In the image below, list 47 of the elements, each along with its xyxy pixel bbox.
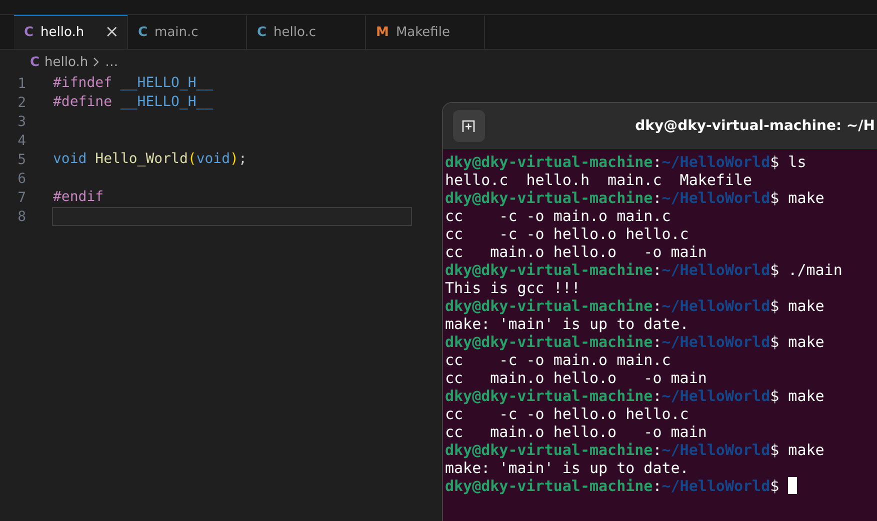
breadcrumb-item[interactable]: … <box>105 54 118 70</box>
code-line: #endif <box>52 188 105 207</box>
line-number: 4 <box>16 132 27 148</box>
code-line: #ifndef __HELLO_H__ <box>52 74 214 93</box>
new-tab-button[interactable] <box>453 110 485 142</box>
terminal-line: cc -c -o main.o main.c <box>445 351 671 369</box>
line-number: 6 <box>16 170 27 186</box>
file-type-icon: C <box>257 25 267 40</box>
code-line: #define __HELLO_H__ <box>52 93 214 112</box>
terminal-line: make: 'main' is up to date. <box>445 459 689 477</box>
terminal-line: dky@dky-virtual-machine:~/HelloWorld$ make <box>445 333 824 351</box>
line-number: 7 <box>16 190 27 206</box>
terminal-line: cc main.o hello.o -o main <box>445 369 707 387</box>
terminal-line: cc -c -o hello.o hello.c <box>445 405 689 423</box>
terminal-line: cc main.o hello.o -o main <box>445 243 707 261</box>
close-icon[interactable]: × <box>104 24 127 41</box>
terminal-line: dky@dky-virtual-machine:~/HelloWorld$ <box>445 477 798 495</box>
line-number: 8 <box>16 208 27 224</box>
editor-tab[interactable]: C hello.h × <box>14 15 128 49</box>
breadcrumb-item[interactable]: hello.h <box>44 54 88 70</box>
terminal-line: cc -c -o hello.o hello.c <box>445 225 689 243</box>
line-number: 2 <box>16 94 27 110</box>
terminal-line: dky@dky-virtual-machine:~/HelloWorld$ make <box>445 441 824 459</box>
file-type-icon: C <box>138 25 148 40</box>
terminal-line: dky@dky-virtual-machine:~/HelloWorld$ ./main <box>445 261 842 279</box>
terminal-line: dky@dky-virtual-machine:~/HelloWorld$ make <box>445 297 824 315</box>
terminal-line: make: 'main' is up to date. <box>445 315 689 333</box>
file-type-icon: M <box>376 25 389 40</box>
terminal-line: hello.c hello.h main.c Makefile <box>445 171 752 189</box>
line-number: 5 <box>16 152 27 168</box>
editor-tab[interactable]: C main.c <box>128 15 247 49</box>
terminal-line: cc main.o hello.o -o main <box>445 423 707 441</box>
terminal-line: dky@dky-virtual-machine:~/HelloWorld$ make <box>445 189 824 207</box>
line-number: 1 <box>16 76 27 92</box>
terminal-line: This is gcc !!! <box>445 279 580 297</box>
window-title: dky@dky-virtual-machine: ~/H <box>635 118 876 134</box>
chevron-icon <box>93 57 100 67</box>
file-type-icon: C <box>24 25 34 40</box>
editor-tab[interactable]: M Makefile <box>366 15 485 49</box>
terminal-line: dky@dky-virtual-machine:~/HelloWorld$ make <box>445 387 824 405</box>
line-number: 3 <box>16 114 27 130</box>
new-tab-icon <box>461 119 477 133</box>
terminal-line: dky@dky-virtual-machine:~/HelloWorld$ ls <box>445 153 806 171</box>
file-type-icon: C <box>30 54 40 70</box>
editor-tab[interactable]: C hello.c <box>247 15 366 49</box>
code-line: void Hello_World(void); <box>52 150 248 169</box>
terminal-line: cc -c -o main.o main.c <box>445 207 671 225</box>
